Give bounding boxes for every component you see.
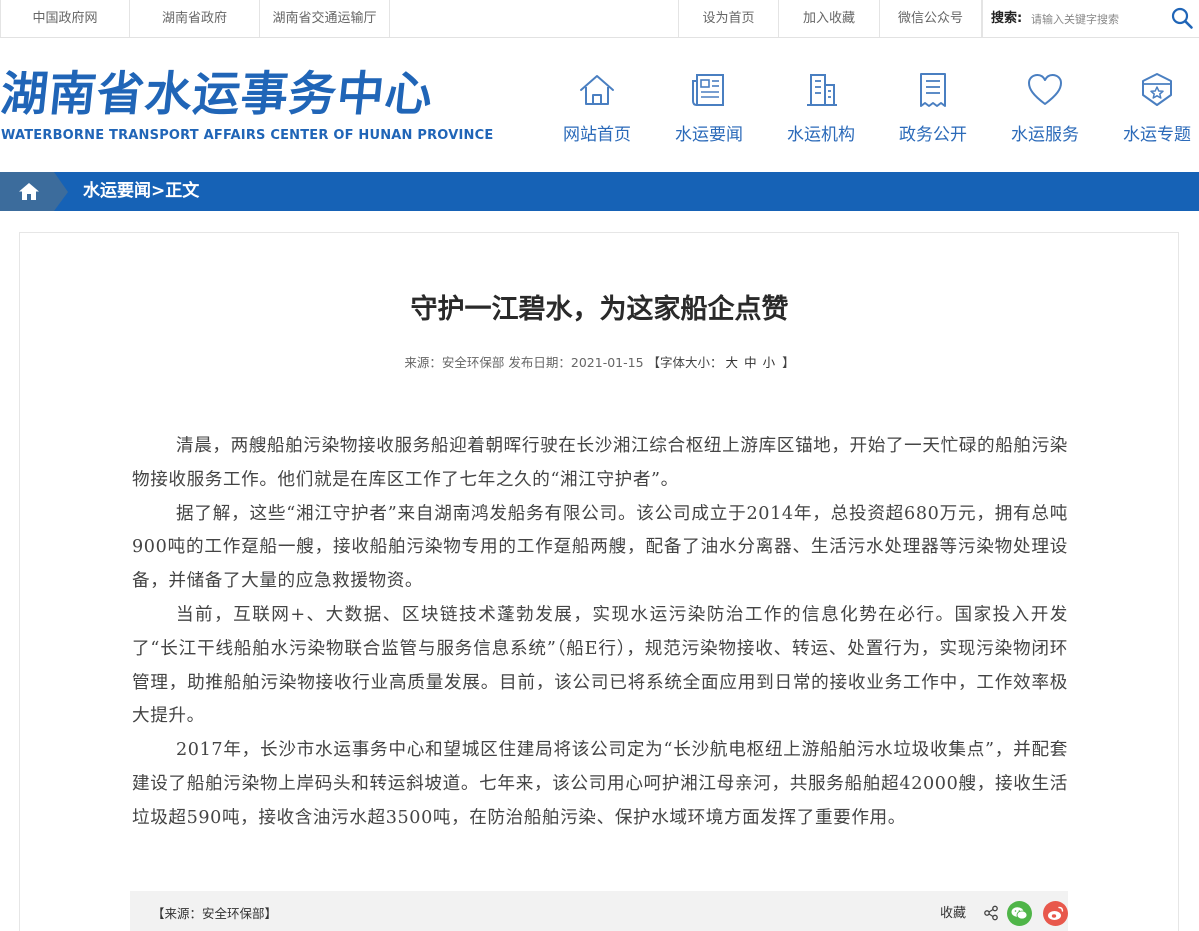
nav-topics-label: 水运专题 bbox=[1123, 125, 1191, 145]
article-footer: 【来源：安全环保部】 收藏 bbox=[130, 891, 1068, 931]
favorite-button[interactable]: 收藏 bbox=[940, 903, 966, 925]
home-icon bbox=[580, 75, 614, 105]
wechat-account-link[interactable]: 微信公众号 bbox=[880, 0, 982, 37]
font-size-small-button[interactable]: 小 bbox=[763, 355, 776, 370]
nav-organization-label: 水运机构 bbox=[787, 125, 855, 145]
link-hunan-transport[interactable]: 湖南省交通运输厅 bbox=[260, 0, 390, 37]
article-paragraph: 据了解，这些“湘江守护者”来自湖南鸿发船务有限公司。该公司成立于2014年，总投… bbox=[132, 503, 1068, 592]
star-badge-icon bbox=[1142, 73, 1172, 106]
newspaper-icon bbox=[692, 74, 724, 106]
article-paragraph: 当前，互联网+、大数据、区块链技术蓬勃发展，实现水运污染防治工作的信息化势在必行… bbox=[132, 604, 1068, 727]
heart-icon bbox=[1028, 74, 1062, 105]
font-size-medium-button[interactable]: 中 bbox=[744, 355, 757, 370]
nav-home-label: 网站首页 bbox=[563, 125, 631, 145]
add-favorite-link[interactable]: 加入收藏 bbox=[779, 0, 880, 37]
nav-services-label: 水运服务 bbox=[1011, 125, 1079, 145]
wechat-icon bbox=[1011, 907, 1028, 920]
building-icon bbox=[807, 74, 837, 106]
set-homepage-link[interactable]: 设为首页 bbox=[678, 0, 779, 37]
article-body: 清晨，两艘船舶污染物接收服务船迎着朝晖行驶在长沙湘江综合枢纽上游库区锚地，开始了… bbox=[132, 430, 1068, 836]
search-icon[interactable] bbox=[1170, 6, 1194, 30]
article-paragraph: 清晨，两艘船舶污染物接收服务船迎着朝晖行驶在长沙湘江综合枢纽上游库区锚地，开始了… bbox=[132, 436, 1068, 490]
site-logo-english: WATERBORNE TRANSPORT AFFAIRS CENTER OF H… bbox=[1, 128, 494, 143]
nav-news[interactable]: 水运要闻 bbox=[657, 66, 761, 156]
link-gov-cn[interactable]: 中国政府网 bbox=[0, 0, 130, 37]
nav-services[interactable]: 水运服务 bbox=[993, 66, 1097, 156]
font-size-large-button[interactable]: 大 bbox=[726, 355, 739, 370]
weibo-icon bbox=[1048, 906, 1064, 920]
nav-home[interactable]: 网站首页 bbox=[545, 66, 649, 156]
share-icon[interactable] bbox=[983, 905, 999, 921]
search-input[interactable] bbox=[1031, 9, 1149, 29]
article-paragraph: 2017年，长沙市水运事务中心和望城区住建局将该公司定为“长沙航电枢纽上游船舶污… bbox=[132, 740, 1068, 828]
breadcrumb[interactable]: 水运要闻>正文 bbox=[83, 172, 199, 211]
article-source-date: 来源：安全环保部 发布日期：2021-01-15 bbox=[404, 355, 644, 370]
nav-topics[interactable]: 水运专题 bbox=[1105, 66, 1199, 156]
search-box: 搜索: bbox=[982, 0, 1199, 37]
breadcrumb-bar: 水运要闻>正文 bbox=[0, 172, 1199, 211]
nav-public-affairs[interactable]: 政务公开 bbox=[881, 66, 985, 156]
wechat-share-button[interactable] bbox=[1007, 901, 1032, 926]
nav-public-affairs-label: 政务公开 bbox=[899, 125, 967, 145]
article-title: 守护一江碧水，为这家船企点赞 bbox=[410, 294, 789, 325]
home-icon bbox=[19, 183, 39, 200]
search-label: 搜索: bbox=[991, 11, 1023, 26]
article-meta: 来源：安全环保部 发布日期：2021-01-15 【字体大小：大中小 】 bbox=[0, 352, 1199, 374]
document-icon bbox=[920, 73, 946, 107]
font-size-label: 【字体大小： bbox=[647, 355, 723, 370]
font-size-close: 】 bbox=[778, 355, 795, 370]
breadcrumb-home[interactable] bbox=[0, 172, 68, 211]
site-logo-chinese[interactable]: 湖南省水运事务中心 bbox=[0, 60, 437, 130]
nav-news-label: 水运要闻 bbox=[675, 125, 743, 145]
link-hunan-gov[interactable]: 湖南省政府 bbox=[130, 0, 260, 37]
weibo-share-button[interactable] bbox=[1043, 901, 1068, 926]
top-bar: 中国政府网 湖南省政府 湖南省交通运输厅 设为首页 加入收藏 微信公众号 搜索: bbox=[0, 0, 1199, 38]
article-footer-source: 【来源：安全环保部】 bbox=[152, 906, 278, 921]
nav-organization[interactable]: 水运机构 bbox=[769, 66, 873, 156]
